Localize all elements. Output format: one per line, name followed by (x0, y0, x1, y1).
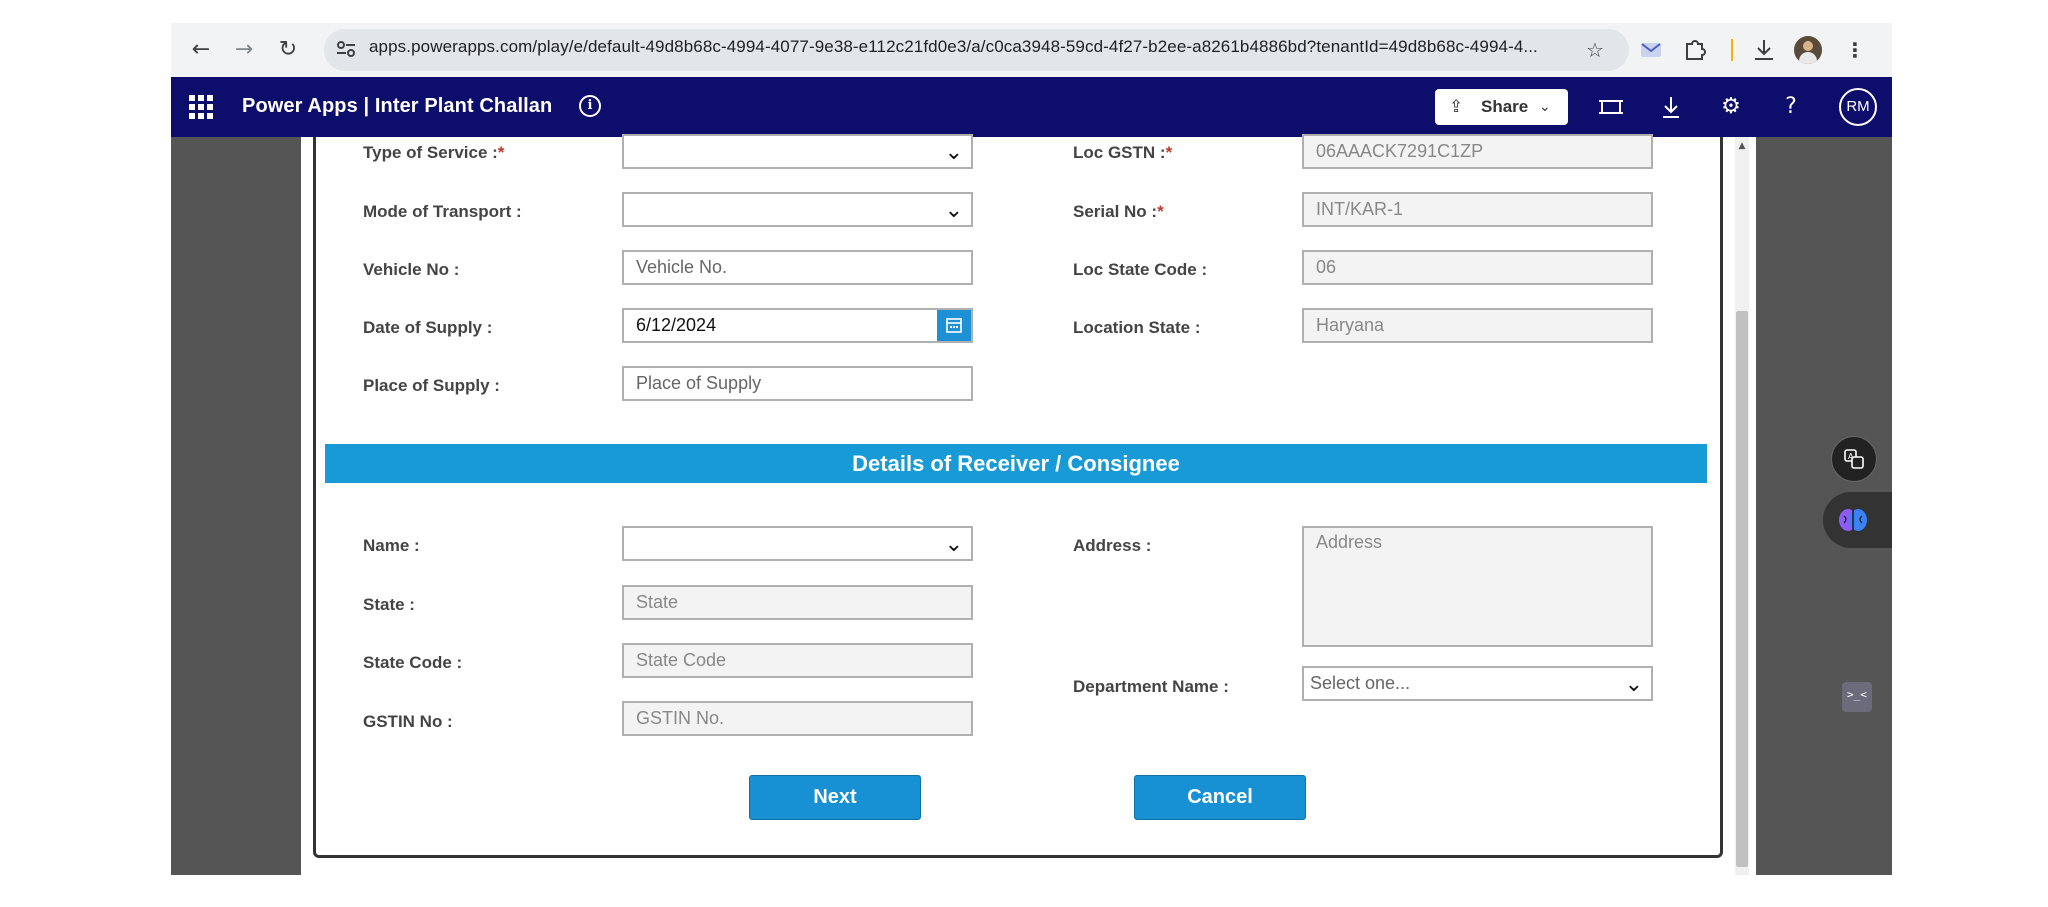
mode-of-transport-dropdown[interactable]: ⌄ (622, 192, 973, 227)
mode-of-transport-label: Mode of Transport : (363, 202, 522, 221)
app-launcher-icon[interactable] (189, 95, 213, 119)
app-header: Power Apps | Inter Plant Challan i ⇪ Sha… (171, 77, 1892, 137)
chevron-down-icon: ⌄ (944, 198, 963, 223)
info-icon[interactable]: i (579, 95, 601, 117)
site-settings-icon[interactable] (335, 38, 357, 60)
department-name-label: Department Name : (1073, 677, 1229, 696)
type-of-service-dropdown[interactable]: ⌄ (622, 134, 973, 169)
location-state-label: Location State : (1073, 318, 1201, 337)
svg-text:A: A (1848, 452, 1854, 461)
loc-state-code-label: Loc State Code : (1073, 260, 1208, 279)
vehicle-no-input[interactable]: Vehicle No. (622, 250, 973, 285)
state-code-field: State Code (622, 643, 973, 678)
chevron-down-icon: ⌄ (1539, 99, 1551, 115)
date-value: 6/12/2024 (636, 315, 717, 335)
url-text[interactable]: apps.powerapps.com/play/e/default-49d8b6… (369, 37, 1538, 57)
chevron-down-icon: ⌄ (944, 140, 963, 165)
reload-icon[interactable]: ↻ (273, 35, 303, 65)
receiver-section-header: Details of Receiver / Consignee (325, 444, 1707, 483)
loc-gstn-label: Loc GSTN :* (1073, 143, 1173, 162)
ai-assistant-widget[interactable] (1823, 492, 1892, 548)
download-app-icon[interactable] (1655, 91, 1687, 123)
terminal-icon: >_< (1847, 688, 1867, 701)
place-of-supply-label: Place of Supply : (363, 376, 500, 395)
help-icon[interactable]: ? (1775, 91, 1807, 123)
next-button[interactable]: Next (749, 775, 921, 820)
state-label: State : (363, 595, 415, 614)
vehicle-no-label: Vehicle No : (363, 260, 460, 279)
terminal-widget[interactable]: >_< (1842, 682, 1872, 712)
serial-no-label: Serial No :* (1073, 202, 1164, 221)
browser-window: ← → ↻ apps.powerapps.com/play/e/default-… (171, 23, 1892, 875)
address-label: Address : (1073, 536, 1152, 555)
toolbar-divider (1731, 39, 1733, 61)
name-label: Name : (363, 536, 420, 555)
share-button[interactable]: ⇪ Share ⌄ (1435, 89, 1568, 125)
translate-widget[interactable]: A (1831, 436, 1877, 482)
browser-menu-icon[interactable]: ⋮ (1840, 35, 1870, 65)
serial-no-field: INT/KAR-1 (1302, 192, 1653, 227)
department-name-dropdown[interactable]: Select one... ⌄ (1302, 666, 1653, 701)
translate-icon: A (1844, 449, 1864, 469)
state-code-label: State Code : (363, 653, 463, 672)
cancel-button[interactable]: Cancel (1134, 775, 1306, 820)
user-avatar[interactable]: RM (1839, 88, 1877, 126)
loc-state-code-field: 06 (1302, 250, 1653, 285)
type-of-service-label: Type of Service :* (363, 143, 505, 162)
scrollbar-thumb[interactable] (1736, 311, 1748, 867)
date-of-supply-label: Date of Supply : (363, 318, 493, 337)
profile-avatar-icon[interactable] (1794, 36, 1822, 64)
form-frame (313, 137, 1723, 858)
app-title: Power Apps | Inter Plant Challan (242, 95, 553, 117)
forward-arrow-icon[interactable]: → (229, 35, 259, 65)
bookmark-star-icon[interactable]: ☆ (1580, 35, 1610, 65)
calendar-icon (946, 318, 962, 333)
back-arrow-icon[interactable]: ← (186, 35, 216, 65)
settings-gear-icon[interactable]: ⚙ (1715, 91, 1747, 123)
state-field: State (622, 585, 973, 620)
gstin-no-label: GSTIN No : (363, 712, 453, 731)
browser-toolbar: ← → ↻ apps.powerapps.com/play/e/default-… (171, 23, 1892, 77)
brain-icon (1839, 509, 1867, 531)
fit-to-screen-icon[interactable] (1595, 91, 1627, 123)
location-state-field: Haryana (1302, 308, 1653, 343)
chevron-down-icon: ⌄ (944, 532, 963, 557)
calendar-button[interactable] (937, 310, 971, 341)
address-textarea[interactable]: Address (1302, 526, 1653, 647)
share-label: Share (1481, 97, 1529, 116)
date-of-supply-input[interactable]: 6/12/2024 (622, 308, 973, 343)
place-of-supply-input[interactable]: Place of Supply (622, 366, 973, 401)
scroll-up-arrow-icon[interactable]: ▲ (1736, 139, 1748, 153)
loc-gstn-field: 06AAACK7291C1ZP (1302, 134, 1653, 169)
chevron-down-icon: ⌄ (1624, 672, 1643, 697)
gstin-no-field: GSTIN No. (622, 701, 973, 736)
download-icon[interactable] (1751, 37, 1777, 63)
extensions-puzzle-icon[interactable] (1682, 37, 1708, 63)
share-icon: ⇪ (1449, 97, 1464, 117)
mail-extension-icon[interactable] (1639, 38, 1663, 62)
receiver-name-dropdown[interactable]: ⌄ (622, 526, 973, 561)
